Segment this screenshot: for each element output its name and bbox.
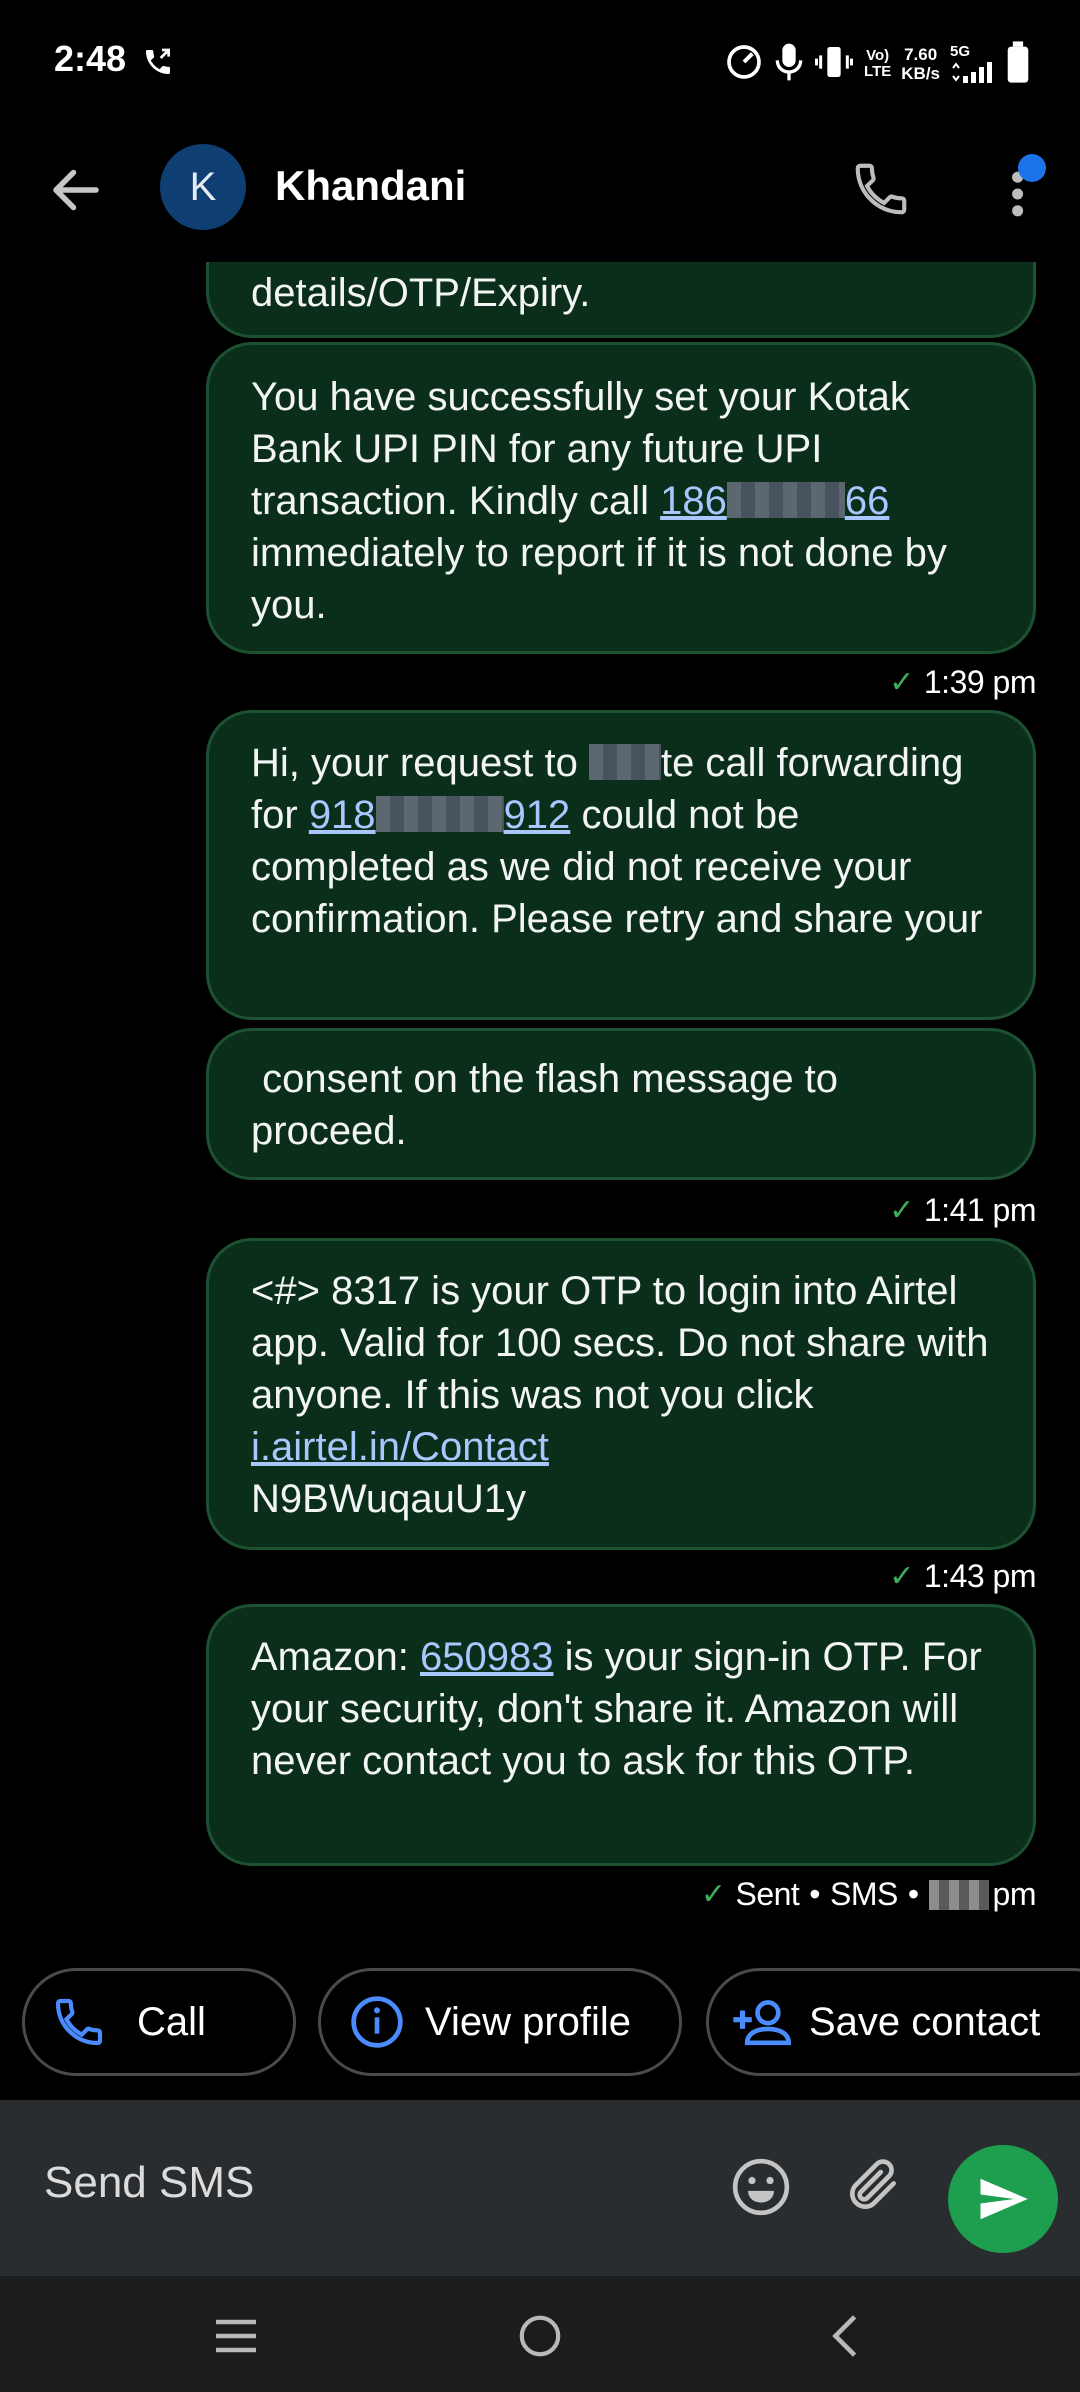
- call-chip[interactable]: Call: [22, 1968, 296, 2076]
- battery-icon: [1006, 40, 1030, 88]
- send-icon: [980, 2178, 1028, 2220]
- chip-label: View profile: [425, 1999, 632, 2044]
- check-icon: ✓: [889, 1560, 914, 1593]
- redacted-time: [928, 1879, 989, 1910]
- otp-link[interactable]: 650983: [420, 1635, 553, 1679]
- phone-number-link[interactable]: 918 912: [309, 793, 571, 837]
- phone-button[interactable]: [850, 158, 912, 220]
- message-text: <#> 8317 is your OTP to login into Airte…: [251, 1269, 989, 1417]
- message-bubble[interactable]: <#> 8317 is your OTP to login into Airte…: [206, 1238, 1036, 1550]
- status-bar: 2:48 Vo) LTE 7.60 KB/s 5G: [0, 0, 1080, 130]
- check-icon: ✓: [889, 666, 914, 699]
- message-bubble[interactable]: Hi, your request to te call forwarding f…: [206, 710, 1036, 1020]
- call-forward-icon: [142, 46, 174, 78]
- chevron-left-icon: [832, 2315, 857, 2357]
- send-button[interactable]: [948, 2145, 1058, 2253]
- status-icons: Vo) LTE 7.60 KB/s 5G: [724, 40, 1030, 88]
- network-label: Vo) LTE: [864, 48, 891, 80]
- speed-unit: KB/s: [901, 64, 940, 83]
- chip-label: Save contact: [809, 1999, 1041, 2044]
- system-nav-bar: [0, 2276, 1080, 2392]
- timestamp-text: 1:43 pm: [923, 1558, 1037, 1594]
- message-timestamp: ✓ 1:39 pm: [889, 664, 1036, 701]
- signal-type: 5G: [950, 43, 971, 60]
- sms-label: SMS: [830, 1876, 898, 1912]
- chip-label: Call: [137, 1999, 206, 2044]
- redacted-block: [375, 796, 504, 832]
- check-icon: ✓: [700, 1878, 726, 1911]
- signal-icon: 5G: [950, 44, 996, 84]
- message-status: ✓ Sent • SMS • pm: [700, 1876, 1037, 1913]
- check-icon: ✓: [889, 1194, 914, 1227]
- message-text: N9BWuqauU1y: [251, 1477, 526, 1521]
- sms-input[interactable]: Send SMS: [44, 2158, 254, 2208]
- link-part: 186: [660, 479, 727, 523]
- airtel-link[interactable]: i.airtel.in/Contact: [251, 1425, 549, 1469]
- home-button[interactable]: [510, 2306, 570, 2366]
- emoji-button[interactable]: [730, 2156, 792, 2218]
- message-text: Amazon:: [251, 1635, 409, 1679]
- link-part: 66: [844, 479, 890, 523]
- view-profile-chip[interactable]: View profile: [318, 1968, 682, 2076]
- suggestion-chips: Call View profile Save contact: [0, 1968, 1080, 2078]
- message-text: Hi, your request to: [251, 741, 578, 785]
- notification-dot: [1018, 154, 1046, 182]
- network-bottom: LTE: [864, 63, 892, 80]
- dot-separator: •: [809, 1876, 820, 1912]
- mic-icon: [774, 42, 804, 87]
- phone-number-link[interactable]: 186 66: [660, 479, 889, 523]
- back-arrow-icon: [53, 169, 99, 211]
- phone-icon: [49, 1992, 109, 2052]
- redacted-block: [726, 482, 845, 518]
- info-icon: [347, 1992, 407, 2052]
- messages-screen: 2:48 Vo) LTE 7.60 KB/s 5G K Khandani det…: [0, 0, 1080, 2392]
- message-bubble[interactable]: You have successfully set your Kotak Ban…: [206, 342, 1036, 654]
- emoji-icon: [732, 2158, 790, 2216]
- message-text: details/OTP/Expiry.: [251, 271, 591, 315]
- link-part: 912: [503, 793, 571, 837]
- recent-apps-button[interactable]: [206, 2306, 266, 2366]
- vibrate-icon: [814, 42, 854, 87]
- message-text: consent on the flash message to proceed.: [251, 1057, 850, 1153]
- speed-label: 7.60 KB/s: [901, 45, 940, 83]
- message-text: immediately to report if it is not done …: [251, 531, 947, 627]
- conversation-header: K Khandani: [0, 130, 1080, 260]
- speed-value: 7.60: [904, 45, 938, 64]
- person-add-icon: [731, 1992, 791, 2052]
- avatar[interactable]: K: [160, 144, 246, 230]
- timestamp-text: 1:41 pm: [923, 1192, 1037, 1228]
- speedometer-icon: [724, 42, 764, 87]
- dot-separator: •: [907, 1876, 919, 1912]
- sent-status: Sent: [735, 1876, 800, 1912]
- contact-name[interactable]: Khandani: [275, 162, 466, 210]
- compose-bar: Send SMS: [0, 2100, 1080, 2276]
- phone-icon: [855, 163, 907, 215]
- message-bubble[interactable]: details/OTP/Expiry.: [206, 262, 1036, 338]
- message-bubble[interactable]: consent on the flash message to proceed.: [206, 1028, 1036, 1180]
- status-time: 2:48: [54, 38, 127, 79]
- system-back-button[interactable]: [815, 2306, 875, 2366]
- message-timestamp: ✓ 1:41 pm: [889, 1192, 1036, 1229]
- attach-button[interactable]: [842, 2152, 904, 2220]
- message-bubble[interactable]: Amazon: 650983 is your sign-in OTP. For …: [206, 1604, 1036, 1866]
- link-part: 918: [308, 793, 376, 837]
- paperclip-icon: [850, 2159, 896, 2209]
- recents-icon: [216, 2319, 256, 2353]
- save-contact-chip[interactable]: Save contact: [706, 1968, 1080, 2076]
- message-timestamp: ✓ 1:43 pm: [889, 1558, 1036, 1595]
- back-button[interactable]: [46, 160, 106, 220]
- timestamp-suffix: pm: [992, 1876, 1037, 1912]
- message-list[interactable]: details/OTP/Expiry. You have successfull…: [0, 262, 1080, 1942]
- redacted-block: [588, 744, 661, 780]
- network-top: Vo): [866, 47, 890, 64]
- timestamp-text: 1:39 pm: [923, 664, 1037, 700]
- home-icon: [519, 2315, 561, 2357]
